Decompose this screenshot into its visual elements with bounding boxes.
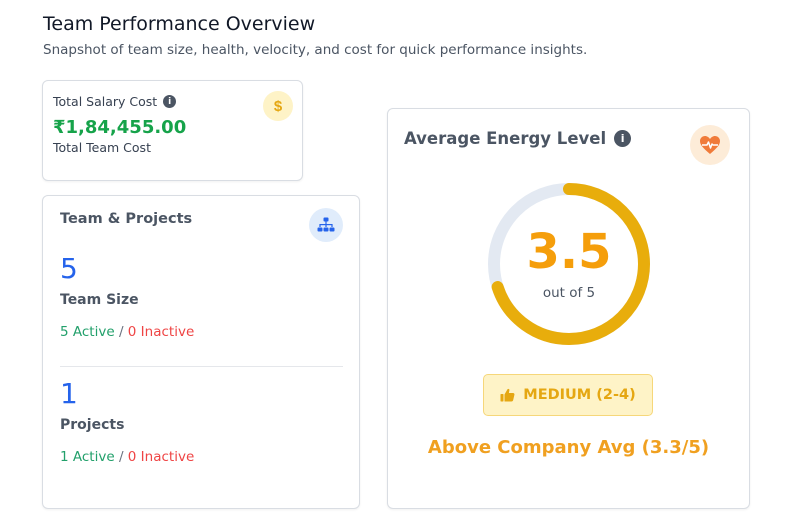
divider <box>60 366 343 367</box>
team-active-count: 5 Active <box>60 324 115 340</box>
page-title: Team Performance Overview <box>43 13 316 35</box>
page-subtitle: Snapshot of team size, health, velocity,… <box>43 42 588 58</box>
projects-inactive-count: 0 Inactive <box>127 449 195 465</box>
energy-out-of: out of 5 <box>542 285 596 301</box>
salary-label-row: Total Salary Cost i <box>53 94 177 109</box>
org-chart-icon <box>309 208 343 242</box>
team-size-value: 5 <box>60 252 78 285</box>
projects-value: 1 <box>60 377 78 410</box>
energy-score: 3.5 <box>526 224 612 280</box>
team-size-label: Team Size <box>60 292 139 308</box>
energy-title-row: Average Energy Level i <box>404 129 632 148</box>
salary-card: Total Salary Cost i ₹1,84,455.00 Total T… <box>42 80 303 181</box>
salary-label: Total Salary Cost <box>53 94 158 109</box>
energy-level-card: Average Energy Level i 3.5 out of 5 MEDI… <box>387 108 750 509</box>
projects-label: Projects <box>60 417 125 433</box>
thumbs-up-icon <box>500 388 515 402</box>
team-size-status: 5 Active / 0 Inactive <box>60 324 194 340</box>
dollar-icon: $ <box>263 91 293 121</box>
team-card-title: Team & Projects <box>60 211 193 227</box>
heart-pulse-icon <box>690 125 730 165</box>
salary-sub-label: Total Team Cost <box>53 140 151 155</box>
team-projects-card: Team & Projects 5 Team Size 5 Active / 0… <box>42 195 360 509</box>
energy-level-label: MEDIUM (2-4) <box>523 387 636 403</box>
energy-level-badge: MEDIUM (2-4) <box>483 374 653 416</box>
company-average: Above Company Avg (3.3/5) <box>427 437 710 458</box>
team-inactive-count: 0 Inactive <box>127 324 195 340</box>
status-separator: / <box>118 324 124 340</box>
status-separator: / <box>118 449 124 465</box>
info-icon[interactable]: i <box>614 130 632 147</box>
info-icon[interactable]: i <box>163 95 177 108</box>
salary-value: ₹1,84,455.00 <box>53 117 187 138</box>
projects-status: 1 Active / 0 Inactive <box>60 449 194 465</box>
projects-active-count: 1 Active <box>60 449 115 465</box>
energy-title: Average Energy Level <box>404 129 607 148</box>
